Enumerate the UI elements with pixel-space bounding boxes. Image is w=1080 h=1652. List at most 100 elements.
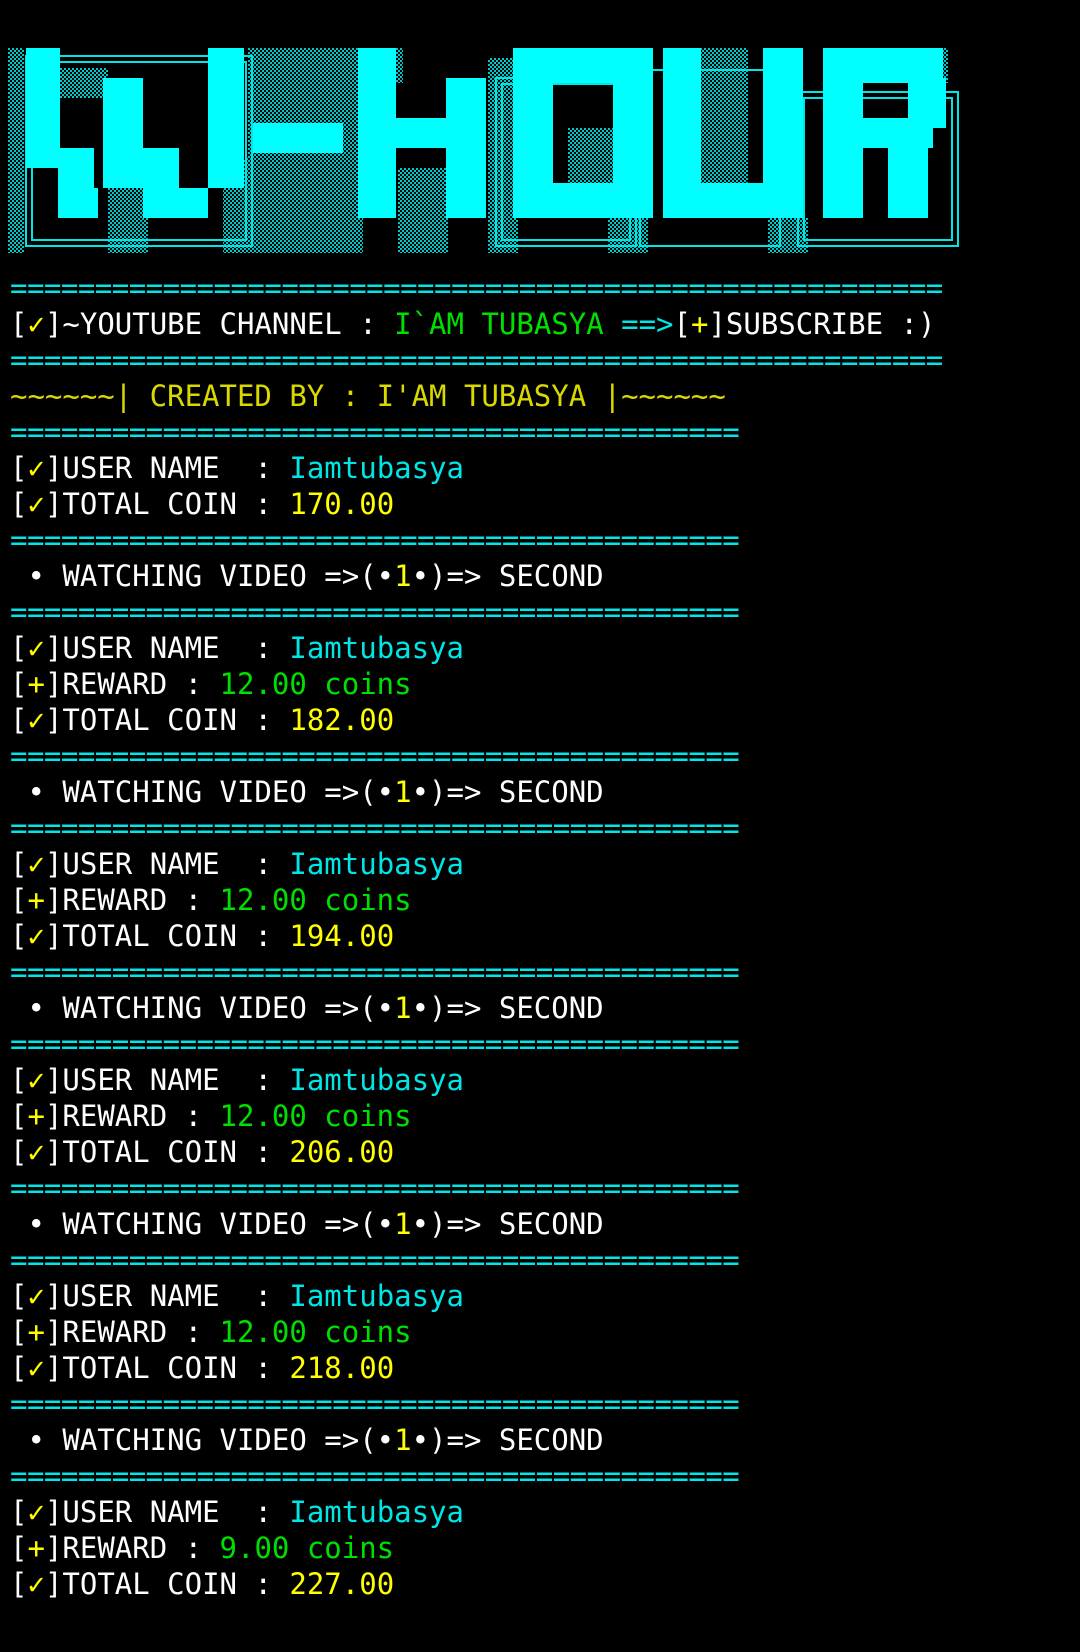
watching-prefix: • WATCHING VIDEO =>(• — [10, 1423, 395, 1457]
username-line: [✓]USER NAME : Iamtubasya — [10, 631, 464, 665]
subscribe-text: SUBSCRIBE :) — [725, 307, 936, 341]
reward-line: [+]REWARD : 12.00 coins — [10, 1315, 412, 1349]
total-coin-line: [✓]TOTAL COIN : 227.00 — [10, 1567, 395, 1601]
separator-short: ========================================… — [10, 1027, 740, 1061]
channel-line: [✓]~YOUTUBE CHANNEL : I`AM TUBASYA ==>[+… — [10, 307, 936, 341]
reward-cycle: ========================================… — [10, 1386, 1070, 1602]
reward-cycle: ========================================… — [10, 522, 1070, 738]
separator-long: ========================================… — [10, 271, 943, 305]
plus-icon: + — [27, 667, 45, 701]
watching-seconds: 1 — [394, 991, 412, 1025]
channel-label: ~YOUTUBE CHANNEL : — [62, 307, 395, 341]
username-value: Iamtubasya — [289, 1279, 464, 1313]
total-value: 206.00 — [289, 1135, 395, 1169]
separator-short: ========================================… — [10, 1171, 740, 1205]
username-line: [✓]USER NAME : Iamtubasya — [10, 847, 464, 881]
watching-line: • WATCHING VIDEO =>(•1•)=> SECOND — [10, 990, 1070, 1026]
watching-prefix: • WATCHING VIDEO =>(• — [10, 775, 395, 809]
username-label: USER NAME : — [62, 451, 290, 485]
check-icon: ✓ — [27, 487, 45, 521]
reward-line: [+]REWARD : 12.00 coins — [10, 883, 412, 917]
plus-icon: + — [27, 1315, 45, 1349]
check-icon: ✓ — [27, 1279, 45, 1313]
reward-line: [+]REWARD : 12.00 coins — [10, 667, 412, 701]
reward-cycle: ========================================… — [10, 954, 1070, 1170]
reward-label: REWARD : — [62, 667, 220, 701]
w-hour-banner — [8, 48, 959, 253]
plus-icon: + — [27, 883, 45, 917]
username-label: USER NAME : — [62, 1063, 290, 1097]
reward-cycle: ========================================… — [10, 738, 1070, 954]
check-icon: ✓ — [27, 1351, 45, 1385]
watching-line: • WATCHING VIDEO =>(•1•)=> SECOND — [10, 774, 1070, 810]
total-coin-line: [✓]TOTAL COIN : 170.00 — [10, 487, 395, 521]
plus-icon: + — [690, 307, 709, 341]
username-label: USER NAME : — [62, 1495, 290, 1529]
reward-value: 12.00 coins — [219, 1315, 412, 1349]
separator-short: ========================================… — [10, 1387, 740, 1421]
username-line: [✓]USER NAME : Iamtubasya — [10, 1495, 464, 1529]
total-value: 194.00 — [289, 919, 395, 953]
username-line: [✓]USER NAME : Iamtubasya — [10, 1063, 464, 1097]
reward-value: 12.00 coins — [219, 1099, 412, 1133]
watching-seconds: 1 — [394, 1423, 412, 1457]
plus-icon: + — [27, 1099, 45, 1133]
total-label: TOTAL COIN : — [62, 919, 290, 953]
check-icon: ✓ — [27, 1135, 45, 1169]
username-value: Iamtubasya — [289, 451, 464, 485]
username-label: USER NAME : — [62, 847, 290, 881]
separator-short: ========================================… — [10, 811, 740, 845]
username-value: Iamtubasya — [289, 1063, 464, 1097]
separator-short: ========================================… — [10, 739, 740, 773]
watching-seconds: 1 — [394, 1207, 412, 1241]
channel-name: I`AM TUBASYA — [394, 307, 604, 341]
separator-short: ========================================… — [10, 523, 740, 557]
username-line: [✓]USER NAME : Iamtubasya — [10, 451, 464, 485]
watching-seconds: 1 — [394, 775, 412, 809]
credits-line: ~~~~~~| CREATED BY : I'AM TUBASYA |~~~~~… — [10, 379, 726, 413]
separator-short: ========================================… — [10, 595, 740, 629]
username-label: USER NAME : — [62, 631, 290, 665]
watching-seconds: 1 — [394, 559, 412, 593]
check-icon: ✓ — [27, 1567, 45, 1601]
total-value: 182.00 — [289, 703, 395, 737]
watching-suffix: •)=> SECOND — [411, 559, 604, 593]
username-label: USER NAME : — [62, 1279, 290, 1313]
reward-cycles: ========================================… — [10, 522, 1070, 1602]
reward-line: [+]REWARD : 9.00 coins — [10, 1531, 395, 1565]
reward-label: REWARD : — [62, 1531, 220, 1565]
reward-line: [+]REWARD : 12.00 coins — [10, 1099, 412, 1133]
total-coin-line: [✓]TOTAL COIN : 194.00 — [10, 919, 395, 953]
total-label: TOTAL COIN : — [62, 1567, 290, 1601]
username-line: [✓]USER NAME : Iamtubasya — [10, 1279, 464, 1313]
check-icon: ✓ — [27, 451, 45, 485]
username-value: Iamtubasya — [289, 1495, 464, 1529]
total-coin-line: [✓]TOTAL COIN : 206.00 — [10, 1135, 395, 1169]
separator-short: ========================================… — [10, 955, 740, 989]
reward-value: 12.00 coins — [219, 667, 412, 701]
watching-line: • WATCHING VIDEO =>(•1•)=> SECOND — [10, 558, 1070, 594]
username-value: Iamtubasya — [289, 847, 464, 881]
separator-short: ========================================… — [10, 415, 740, 449]
separator-short: ========================================… — [10, 1459, 740, 1493]
watching-line: • WATCHING VIDEO =>(•1•)=> SECOND — [10, 1206, 1070, 1242]
total-value: 227.00 — [289, 1567, 395, 1601]
total-label: TOTAL COIN : — [62, 1135, 290, 1169]
username-value: Iamtubasya — [289, 631, 464, 665]
watching-suffix: •)=> SECOND — [411, 1423, 604, 1457]
watching-prefix: • WATCHING VIDEO =>(• — [10, 991, 395, 1025]
reward-value: 9.00 coins — [219, 1531, 395, 1565]
watching-suffix: •)=> SECOND — [411, 991, 604, 1025]
check-icon: ✓ — [27, 1495, 45, 1529]
total-label: TOTAL COIN : — [62, 487, 290, 521]
check-icon: ✓ — [27, 1063, 45, 1097]
separator-short: ========================================… — [10, 1243, 740, 1277]
watching-prefix: • WATCHING VIDEO =>(• — [10, 1207, 395, 1241]
reward-label: REWARD : — [62, 1315, 220, 1349]
watching-suffix: •)=> SECOND — [411, 775, 604, 809]
reward-value: 12.00 coins — [219, 883, 412, 917]
watching-line: • WATCHING VIDEO =>(•1•)=> SECOND — [10, 1422, 1070, 1458]
separator-long: ========================================… — [10, 343, 943, 377]
total-coin-line: [✓]TOTAL COIN : 182.00 — [10, 703, 395, 737]
check-icon: ✓ — [27, 631, 45, 665]
